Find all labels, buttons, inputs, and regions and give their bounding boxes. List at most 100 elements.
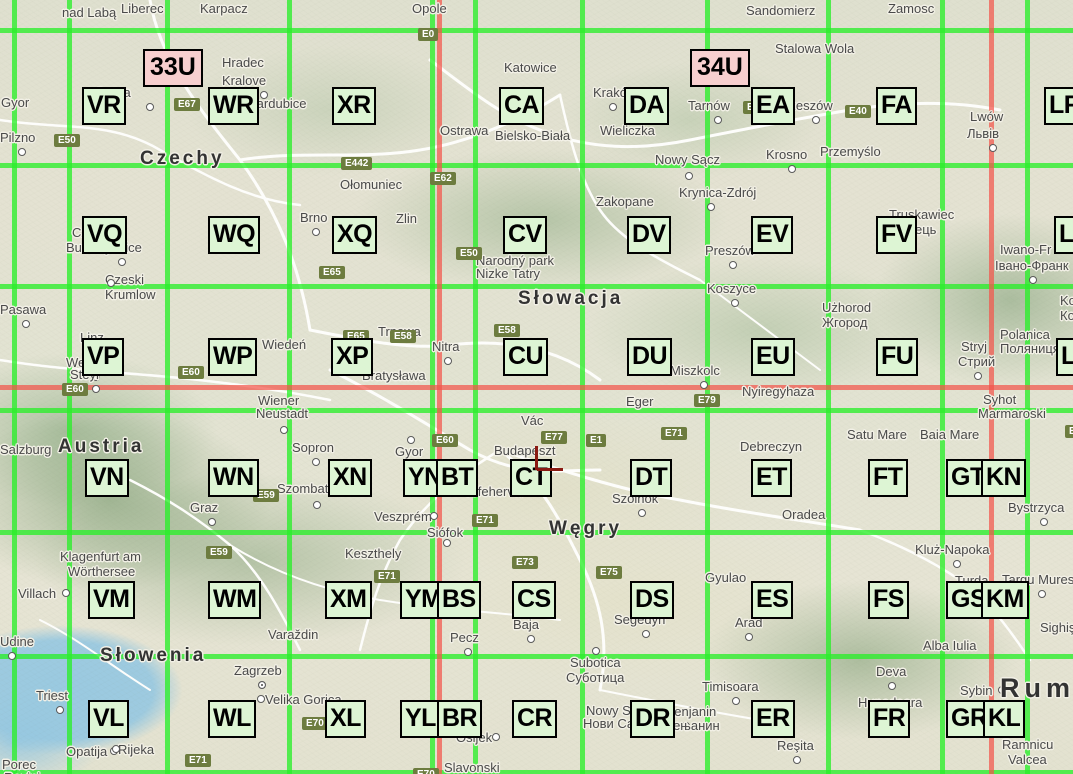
grid-square-label-ft[interactable]: FT [868,459,908,497]
european-route-badge: E442 [341,157,373,170]
grid-square-label-cr[interactable]: CR [512,700,558,738]
grid-square-label-wq[interactable]: WQ [208,216,261,254]
european-route-badge: E71 [374,570,400,583]
place-marker-dot [609,103,617,111]
place-marker-dot [642,630,650,638]
grid-square-label-da[interactable]: DA [624,87,670,125]
grid-square-label-ct[interactable]: CT [510,459,553,497]
place-label: Pilzno [0,130,36,145]
grid-square-label-lr[interactable]: LR [1044,87,1073,125]
grid-line-horizontal-6 [0,770,1073,774]
grid-square-label-wp[interactable]: WP [208,338,258,376]
grid-square-label-ev[interactable]: EV [751,216,794,254]
grid-square-label-yl[interactable]: YL [400,700,441,738]
grid-zone-label-34u[interactable]: 34U [690,49,750,87]
grid-square-label-xm[interactable]: XM [325,581,372,619]
place-label: nad Labą [62,5,117,20]
place-label: Wörthersee [68,564,136,579]
grid-square-label-xr[interactable]: XR [332,87,376,125]
grid-square-label-kn[interactable]: KN [981,459,1027,497]
place-label: Veszprém [374,509,432,524]
grid-square-label-ea[interactable]: EA [751,87,795,125]
grid-square-label-vp[interactable]: VP [82,338,125,376]
grid-square-label-vl[interactable]: VL [88,700,129,738]
grid-square-label-dr[interactable]: DR [630,700,676,738]
grid-square-label-dt[interactable]: DT [630,459,673,497]
grid-square-label-fs[interactable]: FS [868,581,909,619]
grid-square-label-bt[interactable]: BT [436,459,479,497]
place-label: Львів [967,126,1000,141]
grid-square-label-dv[interactable]: DV [627,216,671,254]
grid-square-label-xn[interactable]: XN [328,459,372,497]
grid-square-label-fa[interactable]: FA [876,87,917,125]
place-marker-dot [280,426,288,434]
grid-square-label-fv[interactable]: FV [876,216,917,254]
mgrs-map-canvas[interactable]: nad Labą Liberec Karpacz Opole Sandomierz Zam… [0,0,1073,774]
grid-square-label-cv[interactable]: CV [503,216,547,254]
grid-square-label-ds[interactable]: DS [630,581,674,619]
place-marker-dot [788,165,796,173]
place-label: Zlin [396,211,417,226]
place-label: Użhorod [822,300,872,315]
european-route-badge: E59 [206,546,232,559]
place-label: Budapeszt [494,443,556,458]
grid-square-label-es[interactable]: ES [751,581,794,619]
place-label: Baja [513,617,540,632]
place-label: Klagenfurt am [60,549,141,564]
grid-square-label-wn[interactable]: WN [208,459,259,497]
country-label: Słowacja [518,288,624,309]
grid-square-label-er[interactable]: ER [751,700,795,738]
place-label: Katowice [504,60,557,75]
place-label: Ołomuniec [340,177,403,192]
place-label: Subotica [570,655,621,670]
grid-square-label-wl[interactable]: WL [208,700,256,738]
place-label: Ramnicu [1002,737,1054,752]
place-marker-dot [313,501,321,509]
grid-square-label-km[interactable]: KM [981,581,1029,619]
european-route-badge: E65 [319,266,345,279]
place-label: Nitra [432,339,460,354]
grid-square-label-vq[interactable]: VQ [82,216,128,254]
place-label: Стрий [958,354,996,369]
grid-square-label-vr[interactable]: VR [82,87,126,125]
grid-square-label-lp[interactable]: LP [1056,338,1073,376]
grid-square-label-ca[interactable]: CA [499,87,545,125]
grid-square-label-vm[interactable]: VM [88,581,135,619]
place-marker-dot [146,103,154,111]
grid-square-label-et[interactable]: ET [751,459,792,497]
grid-square-label-xq[interactable]: XQ [332,216,378,254]
place-marker-dot [812,116,820,124]
place-marker-dot [888,682,896,690]
grid-zone-label-33u[interactable]: 33U [143,49,203,87]
grid-square-label-bs[interactable]: BS [437,581,481,619]
place-label: Neustadt [256,406,309,421]
grid-square-label-lq[interactable]: LQ [1054,216,1073,254]
place-label: Alba Iulia [923,638,977,653]
place-marker-dot [430,512,438,520]
grid-square-label-eu[interactable]: EU [751,338,795,376]
european-route-badge: E71 [472,514,498,527]
grid-square-label-wm[interactable]: WM [208,581,262,619]
european-route-badge: E60 [178,366,204,379]
place-label: Bielsko-Biała [495,128,571,143]
grid-square-label-xl[interactable]: XL [325,700,366,738]
place-marker-dot [312,228,320,236]
place-label: Суботица [566,670,625,685]
grid-square-label-vn[interactable]: VN [85,459,129,497]
place-label: Valcea [1008,752,1047,767]
place-label: Villach [18,586,57,601]
grid-square-label-cs[interactable]: CS [512,581,556,619]
grid-square-label-br[interactable]: BR [437,700,483,738]
grid-square-label-du[interactable]: DU [627,338,673,376]
grid-square-label-fu[interactable]: FU [876,338,919,376]
place-label: Krumlow [105,287,156,302]
grid-square-label-cu[interactable]: CU [503,338,549,376]
grid-square-label-kl[interactable]: KL [983,700,1026,738]
grid-square-label-wr[interactable]: WR [208,87,259,125]
country-label: Węgry [549,518,623,539]
european-route-badge: E1 [586,434,607,447]
place-marker-dot [731,299,739,307]
grid-square-label-fr[interactable]: FR [868,700,911,738]
grid-square-label-xp[interactable]: XP [331,338,374,376]
place-label: Кол [1060,308,1073,323]
